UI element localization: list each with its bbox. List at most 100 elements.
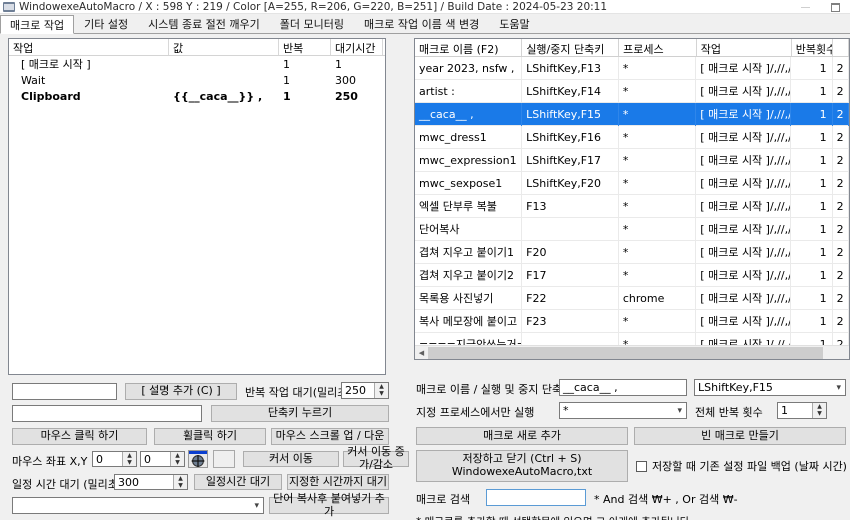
table-row[interactable]: 겹쳐 지우고 붙이기1F20*[ 매크로 시작 ]/,//,/1/,/1I...… [415, 240, 849, 264]
backup-checkbox-label: 저장할 때 기존 설정 파일 백업 (날짜 시간) [652, 460, 847, 473]
word-copy-paste-button[interactable]: 단어 복사후 붙여넣기 추가 [269, 492, 389, 517]
repeat-wait-stepper[interactable]: 250 ▲ ▼ [341, 382, 389, 399]
spin-up-icon[interactable]: ▲ [171, 452, 184, 459]
col-header-operation[interactable]: 작업 [9, 39, 169, 55]
total-repeat-spin-buttons[interactable]: ▲ ▼ [812, 403, 826, 418]
search-hint: * And 검색 ₩+ , Or 검색 ₩- [594, 492, 738, 506]
spin-down-icon[interactable]: ▼ [171, 459, 184, 466]
word-combo[interactable]: ▾ [12, 497, 264, 514]
tab-macro-name-color[interactable]: 매크로 작업 이름 색 변경 [354, 14, 490, 33]
wait-until-button[interactable]: 지정한 시간까지 대기 [287, 474, 389, 490]
mouse-x-spin-buttons[interactable]: ▲ ▼ [122, 452, 136, 466]
spin-down-icon[interactable]: ▼ [123, 459, 136, 466]
cell-extra: 2 [833, 240, 849, 264]
table-row[interactable]: mwc_expression1 LShiftKey,F17 *[ 매크로 시작 ]/… [415, 148, 849, 172]
add-macro-button[interactable]: 매크로 새로 추가 [416, 427, 628, 445]
repeat-wait-spin-buttons[interactable]: ▲ ▼ [374, 383, 388, 398]
macro-table-header: 매크로 이름 (F2) 실행/중지 단축키 프로세스 작업 반복횟수 [415, 39, 849, 57]
wait-time-stepper[interactable]: 300 ▲ ▼ [114, 474, 188, 490]
minimize-button[interactable] [790, 0, 820, 14]
mouse-click-button[interactable]: 마우스 클릭 하기 [12, 428, 147, 445]
tab-other-settings[interactable]: 기타 설정 [74, 14, 139, 33]
tab-help[interactable]: 도움말 [489, 14, 540, 33]
mouse-y-spin-buttons[interactable]: ▲ ▼ [170, 452, 184, 466]
cell-wait: 300 [335, 73, 356, 87]
cell-process: * [619, 240, 697, 264]
macro-name-input[interactable]: __caca__ , [559, 379, 687, 396]
table-row[interactable]: mwc_sexpose1 LShiftKey,F20 *[ 매크로 시작 ]/,//… [415, 171, 849, 195]
spin-down-icon[interactable]: ▼ [174, 482, 187, 489]
table-row[interactable]: 엑셀 단부루 복불F13*[ 매크로 시작 ]/,//,/1/,/1I....1… [415, 194, 849, 218]
crosshair-target-button[interactable] [188, 450, 208, 468]
save-and-close-button[interactable]: 저장하고 닫기 (Ctrl + S) WindowexeAutoMacro,tx… [416, 450, 628, 482]
spin-up-icon[interactable]: ▲ [174, 475, 187, 482]
macro-hotkey-combo[interactable]: LShiftKey,F15 ▾ [694, 379, 846, 396]
backup-checkbox[interactable]: 저장할 때 기존 설정 파일 백업 (날짜 시간) [636, 459, 847, 473]
color-swatch[interactable] [213, 450, 235, 468]
cell-extra: 2 [833, 102, 849, 126]
scroll-left-icon[interactable]: ◀ [415, 346, 428, 359]
mouse-x-value: 0 [96, 452, 103, 466]
table-row[interactable]: 목록용 사진넣기F22chrome[ 매크로 시작 ]/,//,/1/,/1I.… [415, 286, 849, 310]
cursor-move-delta-button[interactable]: 커서 이동 증가/감소 [343, 446, 409, 471]
col-header-repeat[interactable]: 반복 [279, 39, 331, 55]
table-row[interactable]: year 2023, nsfw , LShiftKey,F13 *[ 매크로 시작 … [415, 56, 849, 80]
wait-time-spin-buttons[interactable]: ▲ ▼ [173, 475, 187, 489]
col-header-macro-name[interactable]: 매크로 이름 (F2) [415, 39, 523, 56]
col-header-repeat-count[interactable]: 반복횟수 [792, 39, 833, 56]
macro-table[interactable]: 매크로 이름 (F2) 실행/중지 단축키 프로세스 작업 반복횟수 year … [414, 38, 850, 360]
mouse-y-stepper[interactable]: 0 ▲ ▼ [140, 451, 185, 467]
macro-search-input[interactable] [486, 489, 586, 506]
table-row[interactable]: __caca__ ,LShiftKey,F15*[ 매크로 시작 ]/,//,/… [415, 102, 849, 126]
press-hotkey-button[interactable]: 단축키 누르기 [211, 405, 389, 422]
list-item[interactable]: [ 매크로 시작 ] 1 1 [9, 56, 385, 72]
wait-fixed-button[interactable]: 일정시간 대기 [194, 474, 282, 490]
col-header-hotkey[interactable]: 실행/중지 단축키 [522, 39, 620, 56]
tab-system-shutdown[interactable]: 시스템 종료 절전 깨우기 [138, 14, 270, 33]
wheel-click-button[interactable]: 휠클릭 하기 [154, 428, 266, 445]
cell-hotkey: F23 [522, 309, 619, 333]
table-row[interactable]: mwc_dress1LShiftKey,F16*[ 매크로 시작 ]/,//,/… [415, 125, 849, 149]
cursor-move-button[interactable]: 커서 이동 [243, 451, 339, 467]
description-input[interactable] [12, 383, 117, 400]
tab-macro-task[interactable]: 매크로 작업 [0, 15, 75, 34]
total-repeat-value: 1 [781, 404, 788, 417]
process-combo[interactable]: * ▾ [559, 402, 687, 419]
cell-process: * [619, 263, 697, 287]
spin-up-icon[interactable]: ▲ [123, 452, 136, 459]
hscroll-thumb[interactable] [428, 346, 823, 359]
chevron-down-icon: ▾ [254, 500, 259, 511]
col-header-task[interactable]: 작업 [697, 39, 792, 56]
cell-repeat: 1 [283, 57, 290, 71]
list-item[interactable]: Wait 1 300 [9, 72, 385, 88]
tab-folder-monitoring[interactable]: 폴더 모니터링 [269, 14, 355, 33]
process-combo-value: * [563, 404, 569, 417]
macro-table-hscrollbar[interactable]: ◀ [415, 345, 849, 359]
table-row[interactable]: 복사 메모장에 붙이고 ...F23*[ 매크로 시작 ]/,//,/1/,/1… [415, 309, 849, 333]
table-row[interactable]: artist :LShiftKey,F14*[ 매크로 시작 ]/,//,/1/… [415, 79, 849, 103]
table-row[interactable]: 겹쳐 지우고 붙이기2F17*[ 매크로 시작 ]/,//,/1/,/1I...… [415, 263, 849, 287]
mouse-x-stepper[interactable]: 0 ▲ ▼ [92, 451, 137, 467]
col-header-wait[interactable]: 대기시간 [331, 39, 383, 55]
cell-process: chrome [619, 286, 697, 310]
mouse-scroll-button[interactable]: 마우스 스크롤 업 / 다운 [271, 428, 389, 445]
checkbox-box-icon[interactable] [636, 460, 647, 472]
total-repeat-stepper[interactable]: 1 ▲ ▼ [777, 402, 827, 419]
col-header-process[interactable]: 프로세스 [619, 39, 697, 56]
cell-wait: 250 [335, 89, 358, 103]
list-item[interactable]: Clipboard {{__caca__}} , 1 250 [9, 88, 385, 104]
hotkey-input[interactable] [12, 405, 202, 422]
add-description-button[interactable]: [ 설명 추가 (C) ] [125, 383, 237, 400]
cell-repeat-count: 1 [791, 125, 833, 149]
action-list[interactable]: 작업 값 반복 대기시간 [ 매크로 시작 ] 1 1 Wait 1 300 C… [8, 38, 386, 375]
spin-down-icon[interactable]: ▼ [813, 411, 826, 419]
cell-repeat-count: 1 [791, 102, 833, 126]
cell-extra: 2 [833, 286, 849, 310]
col-header-value[interactable]: 값 [169, 39, 279, 55]
col-header-extra[interactable] [833, 39, 849, 56]
spin-down-icon[interactable]: ▼ [375, 391, 388, 399]
maximize-button[interactable] [820, 0, 850, 14]
maximize-icon [830, 2, 840, 12]
empty-macro-button[interactable]: 빈 매크로 만들기 [634, 427, 846, 445]
table-row[interactable]: 단어복사 *[ 매크로 시작 ]/,//,/1/,/1I....12 [415, 217, 849, 241]
